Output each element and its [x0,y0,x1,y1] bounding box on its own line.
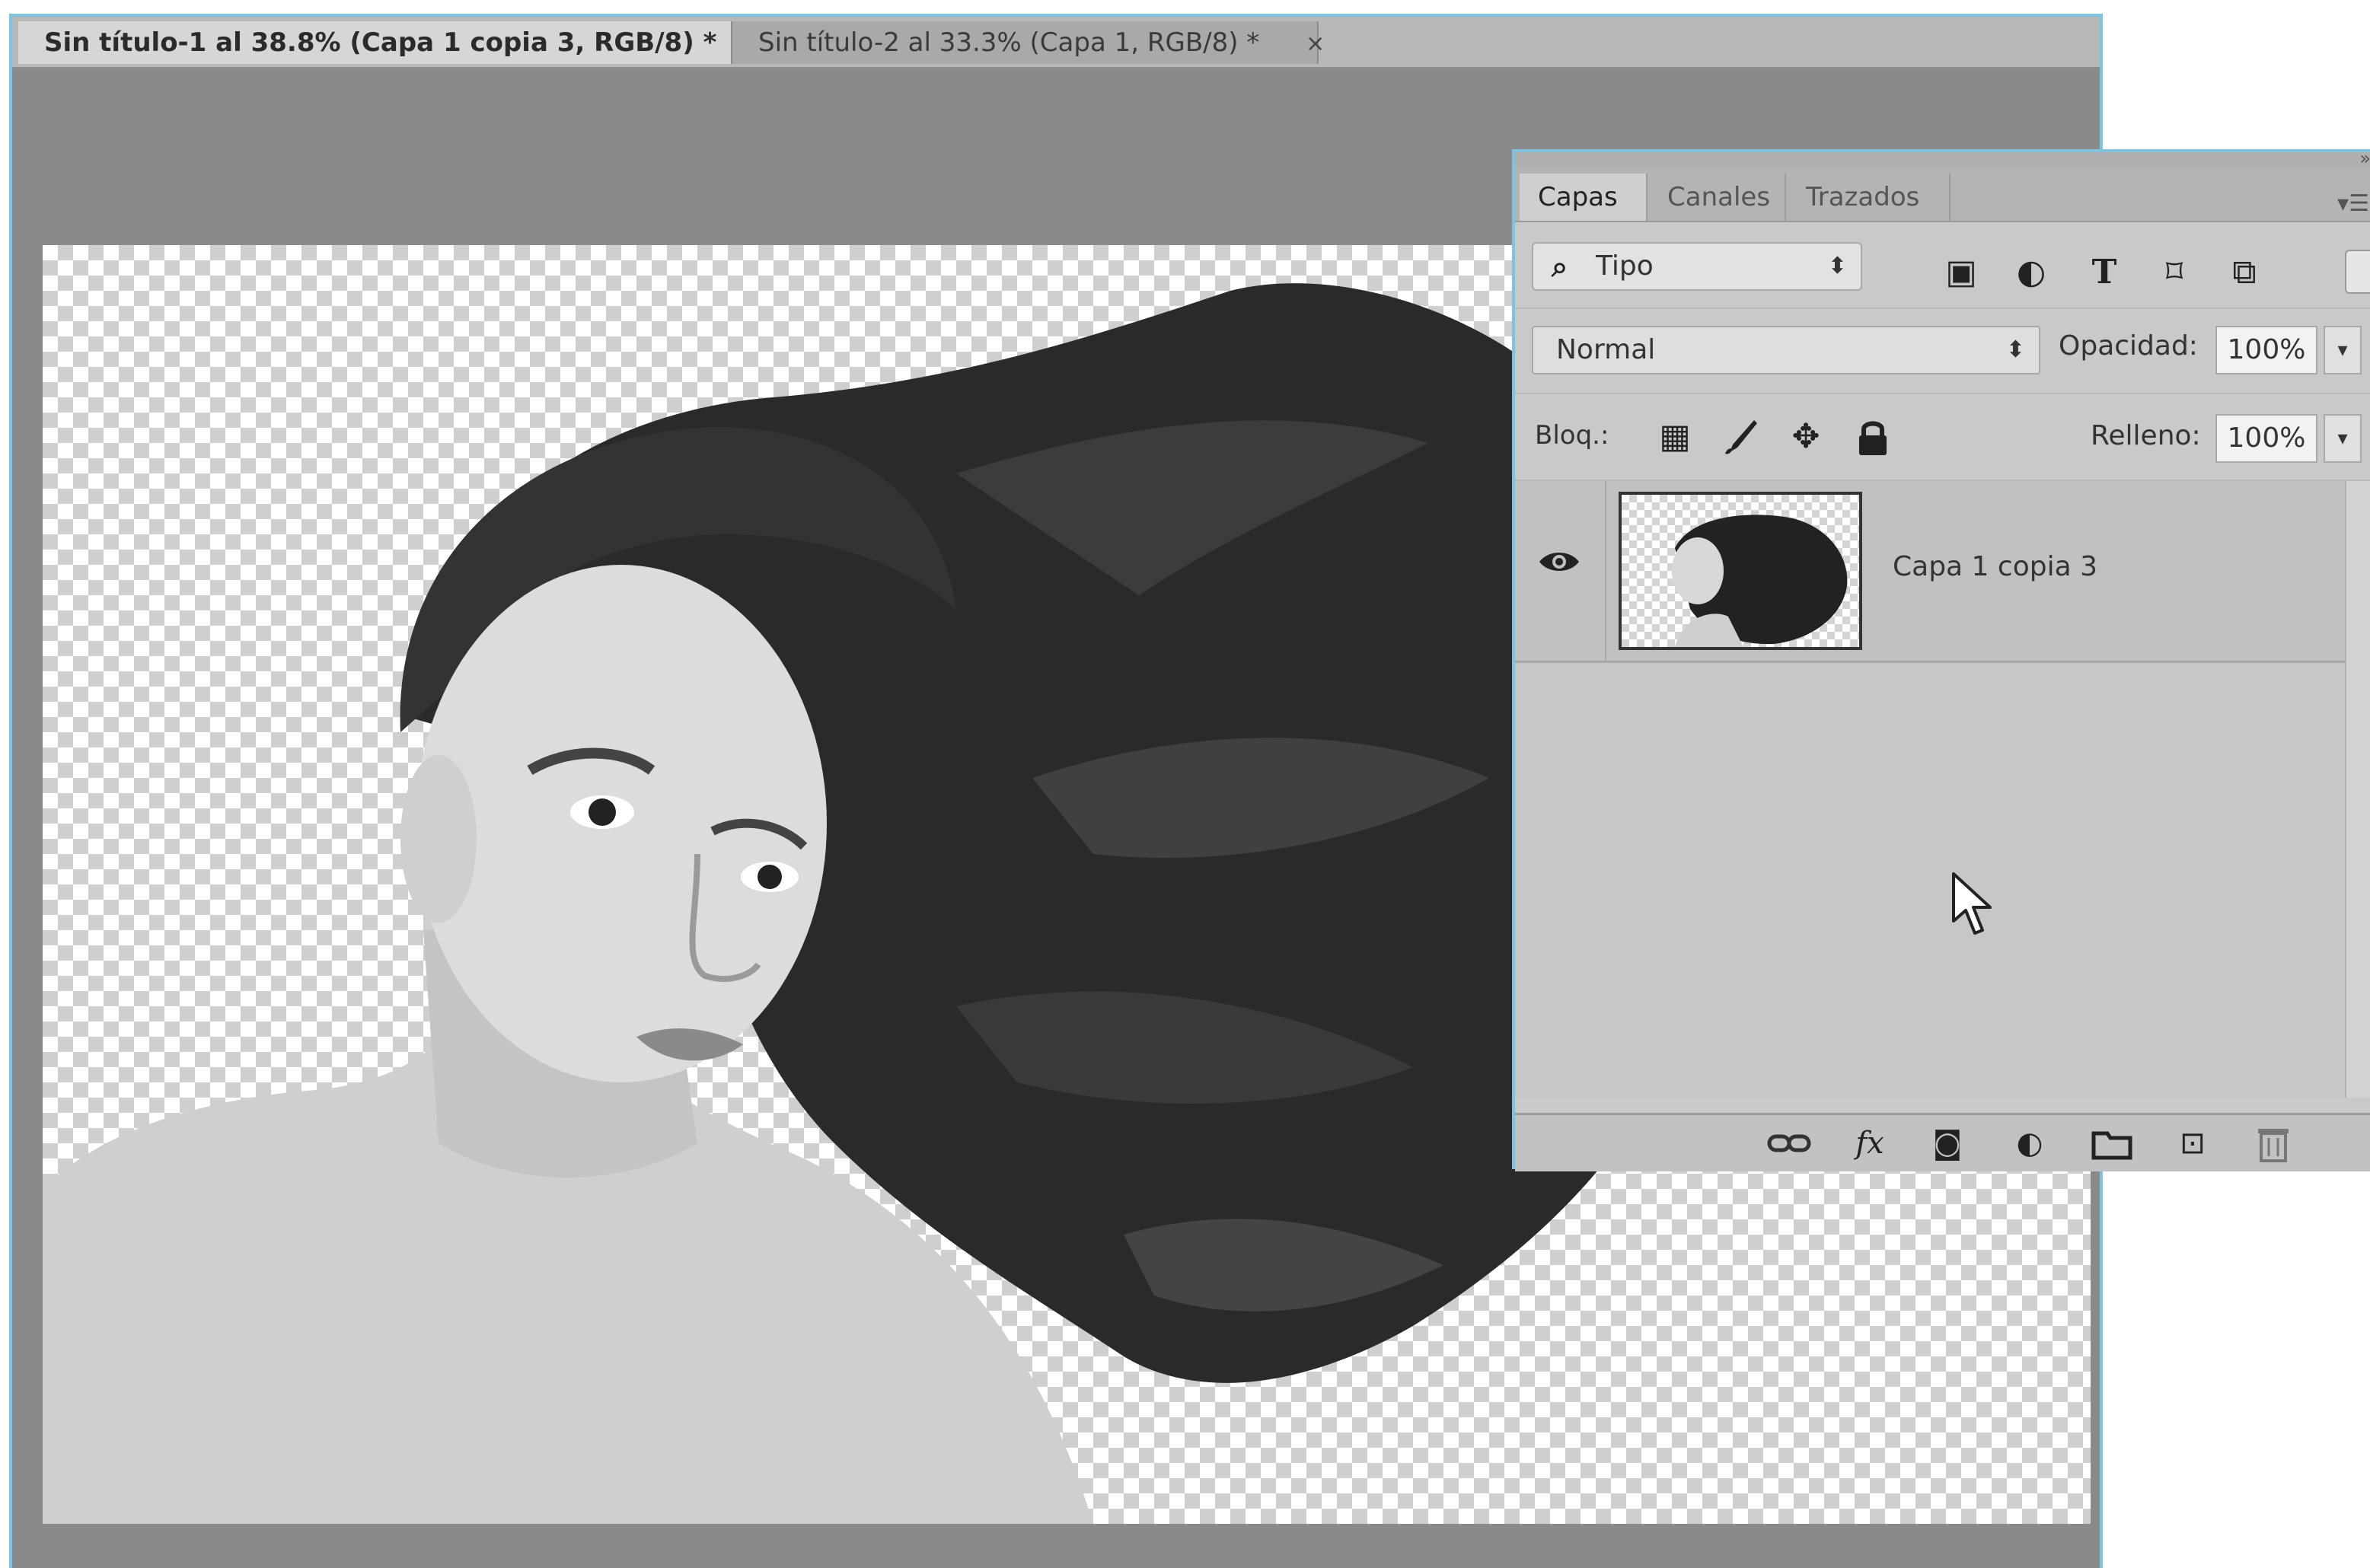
layer-row[interactable]: Capa 1 copia 3 [1515,481,2345,663]
collapse-panel-icon[interactable]: » [2359,148,2370,169]
tab-canales[interactable]: Canales [1649,174,1786,221]
tab-trazados[interactable]: Trazados [1788,174,1951,221]
lock-all-icon[interactable] [1852,416,1894,458]
filter-smart-objects-icon[interactable]: ⧉ [2223,251,2266,294]
lock-label: Bloq.: [1535,420,1609,451]
blend-mode-select[interactable]: Normal ⬍ [1532,326,2040,374]
add-mask-icon[interactable]: ◙ [1925,1121,1970,1165]
delete-layer-trash-icon[interactable] [2250,1121,2296,1165]
updown-icon: ⬍ [1827,253,1847,279]
filter-shape-layers-icon[interactable]: ⌑ [2153,251,2196,294]
layer-list: Capa 1 copia 3 [1515,481,2345,1098]
visibility-toggle[interactable] [1515,481,1606,661]
new-group-folder-icon[interactable] [2089,1121,2135,1165]
fill-field[interactable]: 100% [2215,414,2317,463]
layers-panel: » Capas Canales Trazados ▾☰ ⌕ Tipo ⬍ ▣ ◐… [1512,148,2370,1171]
search-icon: ⌕ [1552,250,1568,283]
updown-icon: ⬍ [2005,336,2025,363]
opacity-label: Opacidad: [2059,330,2198,362]
lock-position-icon[interactable]: ✥ [1785,416,1827,458]
fill-label: Relleno: [2091,420,2201,451]
panel-menu-icon[interactable]: ▾☰ [2337,190,2369,217]
lock-row: Bloq.: ▦ ✥ Relleno: 100% ▾ [1515,394,2370,481]
document-tab-sin-titulo-1[interactable]: Sin título-1 al 38.8% (Capa 1 copia 3, R… [18,21,783,64]
layers-bottom-toolbar: fx ◙ ◐ ⊡ [1515,1113,2370,1171]
filter-pixel-layers-icon[interactable]: ▣ [1940,251,1982,294]
blend-mode-row: Normal ⬍ Opacidad: 100% ▾ [1515,309,2370,394]
new-layer-icon[interactable]: ⊡ [2170,1121,2215,1165]
document-tab-label: Sin título-1 al 38.8% (Capa 1 copia 3, R… [44,27,717,58]
blend-mode-value: Normal [1556,334,1656,365]
link-layers-icon[interactable] [1766,1121,1812,1165]
opacity-field[interactable]: 100% [2215,326,2317,374]
document-tab-label: Sin título-2 al 33.3% (Capa 1, RGB/8) * [758,27,1260,58]
document-tab-sin-titulo-2[interactable]: Sin título-2 al 33.3% (Capa 1, RGB/8) * … [732,21,1325,64]
eye-icon [1538,547,1581,585]
new-adjustment-layer-icon[interactable]: ◐ [2007,1121,2053,1165]
mouse-pointer-icon [1952,872,1992,935]
layer-style-fx-icon[interactable]: fx [1847,1121,1893,1165]
fill-dropdown-icon[interactable]: ▾ [2324,414,2362,463]
layer-name[interactable]: Capa 1 copia 3 [1893,551,2097,582]
layer-filter-select[interactable]: ⌕ Tipo ⬍ [1532,242,1862,291]
panel-tab-bar: Capas Canales Trazados ▾☰ [1515,167,2370,222]
close-tab-icon[interactable]: × [1306,23,1325,65]
opacity-dropdown-icon[interactable]: ▾ [2324,326,2362,374]
lock-transparent-pixels-icon[interactable]: ▦ [1654,416,1696,458]
filter-value: Tipo [1596,250,1654,282]
layer-thumbnail[interactable] [1619,492,1862,650]
filter-type-layers-icon[interactable]: T [2083,251,2126,294]
panel-header: » [1515,148,2370,169]
lock-image-pixels-icon[interactable] [1719,416,1762,458]
filter-adjustment-layers-icon[interactable]: ◐ [2010,251,2053,294]
tab-capas[interactable]: Capas [1520,174,1648,221]
filter-toggle-switch[interactable] [2345,250,2370,294]
document-tab-bar: Sin título-1 al 38.8% (Capa 1 copia 3, R… [12,17,2100,69]
panel-scrollbar[interactable] [2345,481,2370,1098]
layer-filter-row: ⌕ Tipo ⬍ ▣ ◐ T ⌑ ⧉ [1515,228,2370,309]
